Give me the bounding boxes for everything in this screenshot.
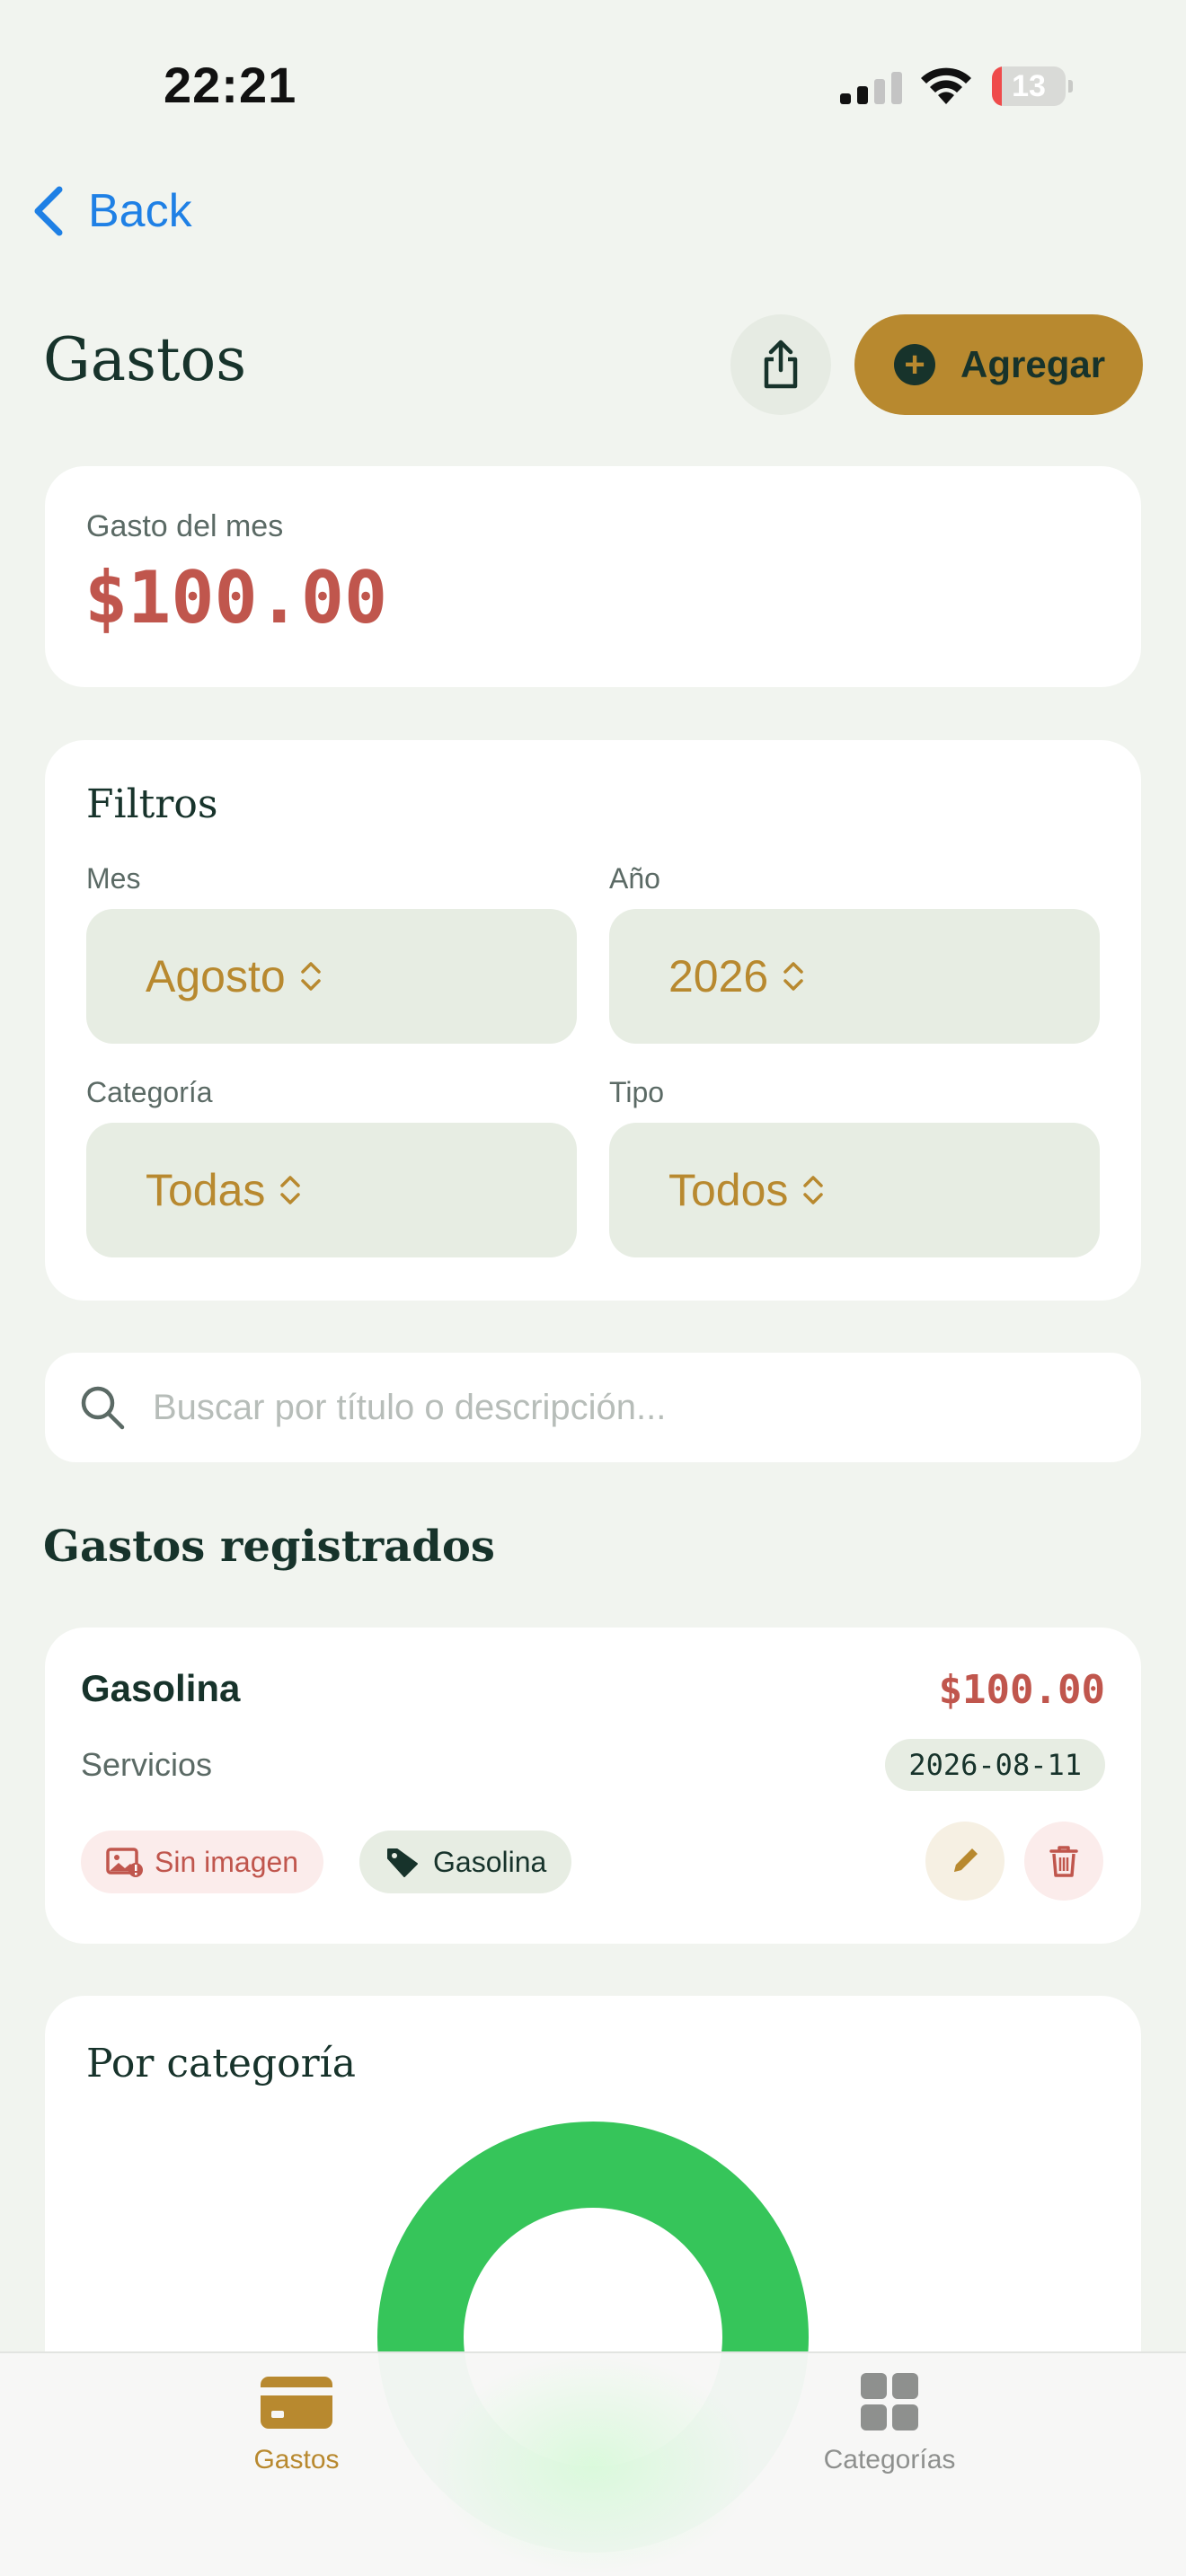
tab-gastos[interactable]: Gastos bbox=[153, 2371, 440, 2488]
image-warning-icon bbox=[106, 1848, 143, 1877]
tab-gastos-label: Gastos bbox=[253, 2445, 340, 2475]
search-icon bbox=[81, 1386, 125, 1430]
month-select-value: Agosto bbox=[146, 951, 286, 1001]
category-select[interactable]: Todas bbox=[86, 1123, 577, 1257]
month-select[interactable]: Agosto bbox=[86, 909, 577, 1044]
month-filter-label: Mes bbox=[86, 862, 141, 895]
cellular-signal-icon bbox=[840, 72, 902, 104]
status-time: 22:21 bbox=[164, 57, 297, 113]
page-title: Gastos bbox=[43, 325, 247, 394]
type-select[interactable]: Todos bbox=[609, 1123, 1100, 1257]
expense-item[interactable]: Gasolina $100.00 Servicios 2026-08-11 Si… bbox=[45, 1628, 1141, 1944]
tag-label: Gasolina bbox=[433, 1845, 547, 1878]
card-icon bbox=[261, 2377, 332, 2429]
share-icon bbox=[764, 340, 798, 389]
type-select-value: Todos bbox=[668, 1165, 789, 1215]
chevron-up-down-icon bbox=[300, 962, 321, 991]
type-filter-label: Tipo bbox=[609, 1076, 665, 1108]
category-select-value: Todas bbox=[146, 1165, 266, 1215]
tab-categorias-label: Categorías bbox=[823, 2445, 956, 2475]
chevron-up-down-icon bbox=[783, 962, 803, 991]
filters-card: Filtros Mes Agosto Año 2026 Categoría To… bbox=[45, 740, 1141, 1301]
chevron-left-icon bbox=[34, 186, 63, 236]
grid-icon bbox=[861, 2373, 918, 2430]
add-expense-label: Agregar bbox=[960, 343, 1106, 385]
filters-title: Filtros bbox=[86, 781, 218, 827]
expenses-section-title: Gastos registrados bbox=[43, 1522, 495, 1572]
tab-categorias[interactable]: Categorías bbox=[746, 2371, 1033, 2488]
no-image-badge: Sin imagen bbox=[81, 1831, 324, 1893]
plus-circle-icon: + bbox=[894, 344, 935, 385]
delete-button[interactable] bbox=[1024, 1822, 1103, 1901]
expense-date: 2026-08-11 bbox=[885, 1739, 1105, 1791]
edit-button[interactable] bbox=[925, 1822, 1005, 1901]
add-expense-button[interactable]: + Agregar bbox=[854, 314, 1143, 415]
monthly-total-amount: $100.00 bbox=[84, 556, 388, 640]
category-filter-label: Categoría bbox=[86, 1076, 213, 1108]
trash-icon bbox=[1049, 1846, 1078, 1877]
tag-badge: Gasolina bbox=[359, 1831, 572, 1893]
monthly-total-card: Gasto del mes $100.00 bbox=[45, 466, 1141, 687]
status-bar: 22:21 13 bbox=[0, 0, 1186, 171]
year-filter-label: Año bbox=[609, 862, 660, 895]
battery-icon: 13 bbox=[992, 66, 1073, 106]
category-chart-title: Por categoría bbox=[86, 2041, 356, 2086]
expense-amount: $100.00 bbox=[938, 1667, 1105, 1713]
year-select-value: 2026 bbox=[668, 951, 769, 1001]
tag-icon bbox=[387, 1848, 418, 1877]
chevron-up-down-icon bbox=[803, 1176, 824, 1204]
battery-percent: 13 bbox=[1012, 69, 1046, 103]
chevron-up-down-icon bbox=[280, 1176, 301, 1204]
monthly-total-label: Gasto del mes bbox=[86, 509, 284, 543]
back-label: Back bbox=[88, 185, 192, 237]
expense-category: Servicios bbox=[81, 1746, 213, 1783]
share-button[interactable] bbox=[730, 314, 831, 415]
no-image-label: Sin imagen bbox=[155, 1845, 299, 1878]
search-bar[interactable] bbox=[45, 1353, 1141, 1462]
search-input[interactable] bbox=[153, 1387, 1051, 1428]
wifi-icon bbox=[921, 67, 971, 104]
expense-title: Gasolina bbox=[81, 1667, 241, 1709]
year-select[interactable]: 2026 bbox=[609, 909, 1100, 1044]
pencil-icon bbox=[954, 1848, 978, 1872]
back-button[interactable]: Back bbox=[31, 180, 192, 243]
